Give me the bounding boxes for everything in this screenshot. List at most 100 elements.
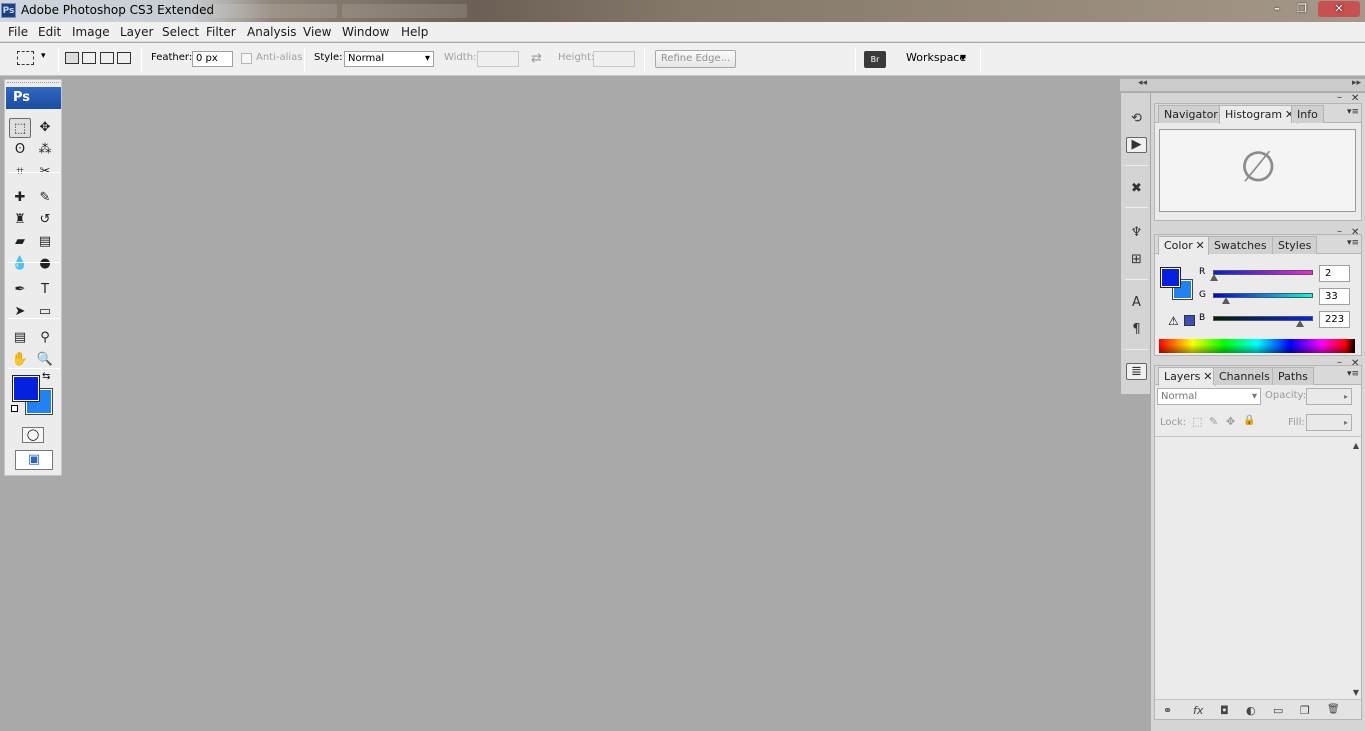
scroll-up-icon[interactable]: ▲ [1353, 441, 1359, 450]
gradient-tool[interactable]: ▤ [34, 232, 56, 252]
layers-list[interactable] [1155, 437, 1361, 699]
dodge-tool[interactable]: ● [34, 254, 56, 274]
menu-image[interactable]: Image [72, 25, 110, 39]
menu-help[interactable]: Help [401, 25, 428, 39]
pen-tool[interactable]: ✒ [9, 280, 31, 300]
hand-tool[interactable]: ✋ [9, 350, 31, 370]
lock-transparency-icon[interactable]: ⬚ [1192, 415, 1202, 428]
shape-tool[interactable]: ▭ [34, 302, 56, 322]
new-layer-icon[interactable]: ❐ [1300, 704, 1310, 717]
intersect-selection-icon[interactable] [117, 52, 131, 64]
move-tool[interactable]: ✥ [34, 118, 56, 138]
collapse-dock-icon[interactable]: ◂◂ [1138, 78, 1147, 88]
layer-comps-icon[interactable]: ≣ [1126, 363, 1147, 380]
paragraph-icon[interactable]: ¶ [1126, 320, 1147, 340]
brush-tool[interactable]: ✎ [34, 188, 56, 208]
menu-file[interactable]: File [8, 25, 28, 39]
quick-mask-icon[interactable]: ◯ [22, 427, 44, 443]
panel-menu-icon[interactable]: ▾≡ [1347, 238, 1359, 248]
expand-dock-icon[interactable]: ▸▸ [1352, 78, 1361, 88]
menu-analysis[interactable]: Analysis [247, 25, 296, 39]
red-value-input[interactable]: 2 [1319, 265, 1350, 282]
menu-window[interactable]: Window [342, 25, 389, 39]
character-icon[interactable]: A [1126, 293, 1147, 313]
menu-filter[interactable]: Filter [206, 25, 236, 39]
swap-colors-icon[interactable]: ⇆ [42, 371, 50, 382]
color-panel-foreground-swatch[interactable] [1160, 267, 1181, 288]
menu-edit[interactable]: Edit [38, 25, 61, 39]
layer-style-icon[interactable]: fx [1193, 704, 1203, 717]
layer-mask-icon[interactable]: ◘ [1220, 704, 1229, 717]
tab-swatches[interactable]: Swatches [1208, 236, 1273, 254]
marquee-tool[interactable]: ⬚ [9, 118, 31, 138]
eraser-tool[interactable]: ▰ [9, 232, 31, 252]
tab-channels[interactable]: Channels [1213, 367, 1276, 385]
lasso-tool[interactable]: ʘ [9, 140, 31, 160]
blue-value-input[interactable]: 223 [1319, 311, 1350, 328]
green-slider-thumb[interactable] [1221, 297, 1230, 304]
foreground-color-swatch[interactable] [12, 375, 40, 402]
fill-input[interactable]: ▸ [1306, 414, 1352, 431]
screen-mode-icon[interactable]: ▣ [15, 450, 53, 470]
menu-select[interactable]: Select [162, 25, 199, 39]
red-slider-thumb[interactable] [1209, 274, 1218, 281]
restore-button[interactable]: ❐ [1289, 1, 1315, 17]
tab-styles[interactable]: Styles [1272, 236, 1318, 254]
history-brush-tool[interactable]: ↺ [34, 210, 56, 230]
tool-preset-dropdown-icon[interactable]: ▾ [41, 51, 46, 61]
subtract-from-selection-icon[interactable] [100, 52, 114, 64]
eyedropper-tool[interactable]: ⚲ [34, 328, 56, 348]
close-tab-icon[interactable]: ✕ [1203, 368, 1212, 385]
minimize-button[interactable]: – [1264, 1, 1290, 17]
workspace-chevron-icon[interactable]: ▾ [960, 50, 966, 64]
antialias-checkbox[interactable] [241, 53, 252, 64]
path-selection-tool[interactable]: ➤ [9, 302, 31, 322]
width-input[interactable] [477, 51, 519, 67]
healing-brush-tool[interactable]: ✚ [9, 188, 31, 208]
zoom-tool[interactable]: 🔍 [34, 350, 56, 370]
type-tool[interactable]: T [34, 280, 56, 300]
opacity-input[interactable]: ▸ [1306, 388, 1352, 405]
default-colors-icon[interactable] [11, 405, 18, 412]
toolbox-ps-badge[interactable]: Ps [6, 87, 61, 109]
blur-tool[interactable]: 💧 [9, 254, 31, 274]
lock-all-icon[interactable]: 🔒 [1243, 415, 1255, 426]
lock-position-icon[interactable]: ✥ [1226, 415, 1235, 428]
blue-slider-thumb[interactable] [1296, 320, 1305, 327]
history-icon[interactable]: ⟲ [1126, 109, 1147, 129]
tab-histogram[interactable]: Histogram ✕ [1219, 105, 1299, 124]
panel-menu-icon[interactable]: ▾≡ [1347, 369, 1359, 379]
tab-color[interactable]: Color ✕ [1158, 236, 1209, 255]
swap-dimensions-icon[interactable]: ⇄ [531, 51, 542, 66]
minimize-panel-icon[interactable]: – [1337, 92, 1342, 103]
gamut-warning-icon[interactable]: ⚠ [1168, 314, 1179, 328]
green-value-input[interactable]: 33 [1319, 288, 1350, 305]
bridge-icon[interactable]: Br [864, 51, 886, 68]
tool-presets-icon[interactable]: ✖ [1126, 179, 1147, 199]
menu-layer[interactable]: Layer [120, 25, 153, 39]
style-select[interactable]: Normal ▾ [344, 51, 434, 67]
panel-menu-icon[interactable]: ▾≡ [1347, 107, 1359, 117]
feather-input[interactable]: 0 px [192, 51, 233, 67]
refine-edge-button[interactable]: Refine Edge... [655, 50, 736, 68]
gamut-color-swatch[interactable] [1184, 315, 1195, 326]
tab-layers[interactable]: Layers ✕ [1158, 367, 1217, 386]
new-selection-icon[interactable] [65, 52, 79, 64]
magic-wand-tool[interactable]: ⁂ [34, 140, 56, 160]
new-group-icon[interactable]: ▭ [1273, 704, 1283, 717]
tab-paths[interactable]: Paths [1272, 367, 1314, 385]
close-tab-icon[interactable]: ✕ [1196, 237, 1205, 254]
menu-view[interactable]: View [303, 25, 331, 39]
tab-navigator[interactable]: Navigator [1158, 105, 1224, 123]
clone-stamp-tool[interactable]: ♜ [9, 210, 31, 230]
delete-layer-icon[interactable]: 🗑 [1327, 704, 1340, 715]
brushes-icon[interactable]: ♆ [1126, 223, 1147, 243]
blend-mode-select[interactable]: Normal ▾ [1157, 388, 1261, 405]
actions-icon[interactable]: ▶ [1126, 137, 1147, 153]
tab-info[interactable]: Info [1291, 105, 1324, 123]
workspace-canvas-area[interactable] [62, 77, 1120, 731]
lock-image-icon[interactable]: ✎ [1209, 415, 1218, 428]
workspace-menu[interactable]: Workspace [906, 51, 966, 64]
adjustment-layer-icon[interactable]: ◐ [1246, 704, 1256, 717]
close-button[interactable]: ✕ [1318, 1, 1360, 17]
